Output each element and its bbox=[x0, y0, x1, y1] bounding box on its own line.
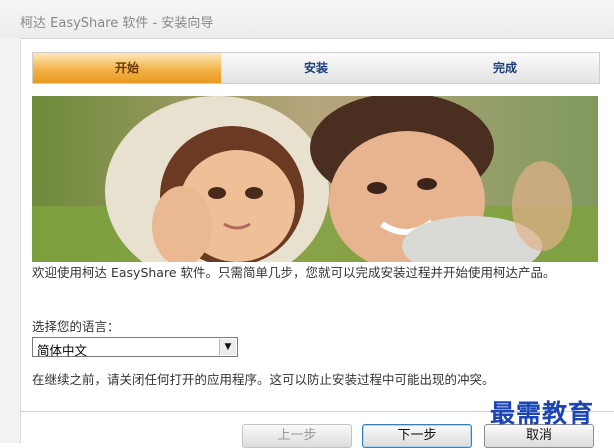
wizard-steps: 开始 安装 完成 bbox=[32, 52, 600, 84]
close-apps-note: 在继续之前，请关闭任何打开的应用程序。这可以防止安装过程中可能出现的冲突。 bbox=[32, 372, 495, 387]
next-button[interactable]: 下一步 bbox=[362, 424, 472, 448]
back-button[interactable]: 上一步 bbox=[242, 424, 352, 448]
watermark-logo: 最需教育 bbox=[490, 399, 595, 428]
step-start: 开始 bbox=[33, 53, 221, 83]
step-install: 安装 bbox=[303, 61, 328, 75]
dropdown-arrow-icon[interactable]: ▼ bbox=[219, 339, 236, 355]
window-title: 柯达 EasyShare 软件 - 安装向导 bbox=[20, 16, 214, 31]
step-finish: 完成 bbox=[492, 61, 517, 75]
hero-illustration bbox=[32, 96, 598, 262]
welcome-text: 欢迎使用柯达 EasyShare 软件。只需简单几步，您就可以完成安装过程并开始… bbox=[32, 265, 556, 280]
language-selected-value: 简体中文 bbox=[37, 343, 88, 358]
window-left-edge bbox=[0, 38, 21, 443]
language-select[interactable]: 简体中文 ▼ bbox=[32, 337, 238, 358]
hero-photo bbox=[32, 96, 598, 262]
language-label: 选择您的语言： bbox=[32, 319, 120, 334]
title-bar: 柯达 EasyShare 软件 - 安装向导 bbox=[0, 0, 614, 39]
